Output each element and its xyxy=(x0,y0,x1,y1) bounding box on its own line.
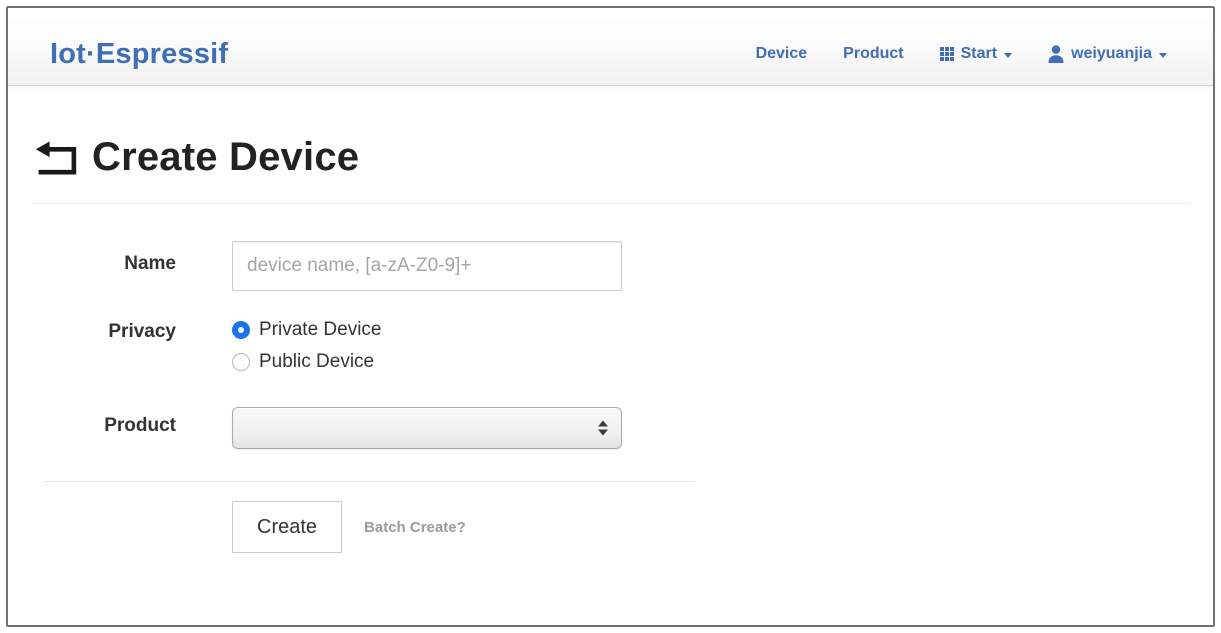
app-window: Iot·Espressif Device Product Start weiyu… xyxy=(6,6,1215,627)
name-row: Name xyxy=(8,241,1213,291)
grid-icon xyxy=(940,47,954,61)
brand-logo[interactable]: Iot·Espressif xyxy=(50,38,228,71)
navbar: Iot·Espressif Device Product Start weiyu… xyxy=(8,23,1213,86)
back-arrow-icon[interactable] xyxy=(34,139,78,177)
radio-unselected-icon[interactable] xyxy=(232,353,250,371)
page-title: Create Device xyxy=(92,135,359,180)
user-icon xyxy=(1048,45,1064,63)
nav-item-device[interactable]: Device xyxy=(756,45,808,63)
radio-selected-icon[interactable] xyxy=(232,321,250,339)
header-divider xyxy=(32,203,1191,204)
page-header: Create Device xyxy=(8,135,1213,180)
nav-item-start-dropdown[interactable]: Start xyxy=(940,45,1012,63)
privacy-row: Privacy Private Device Public Device xyxy=(8,319,1213,383)
radio-label: Public Device xyxy=(259,351,374,373)
radio-public-device[interactable]: Public Device xyxy=(232,351,382,373)
nav-item-label: Product xyxy=(843,45,903,63)
radio-private-device[interactable]: Private Device xyxy=(232,319,382,341)
form-actions: Create Batch Create? xyxy=(8,501,1213,553)
product-label: Product xyxy=(8,407,176,449)
navbar-menu: Device Product Start weiyuanjia xyxy=(756,45,1167,63)
caret-down-icon xyxy=(1004,53,1012,58)
product-select[interactable] xyxy=(232,407,622,449)
nav-item-label: Start xyxy=(961,45,997,63)
caret-down-icon xyxy=(1159,53,1167,58)
device-name-input[interactable] xyxy=(232,241,622,291)
create-device-form: Name Privacy Private Device Public Devic… xyxy=(8,241,1213,553)
privacy-label: Privacy xyxy=(8,319,176,383)
nav-item-label: weiyuanjia xyxy=(1071,45,1152,63)
select-arrows-icon xyxy=(598,421,608,436)
batch-create-link[interactable]: Batch Create? xyxy=(364,519,466,536)
form-actions-divider xyxy=(44,481,694,482)
nav-item-user-dropdown[interactable]: weiyuanjia xyxy=(1048,45,1167,63)
product-row: Product xyxy=(8,407,1213,449)
nav-item-product[interactable]: Product xyxy=(843,45,903,63)
radio-label: Private Device xyxy=(259,319,382,341)
nav-item-label: Device xyxy=(756,45,808,63)
name-label: Name xyxy=(8,241,176,291)
create-button[interactable]: Create xyxy=(232,501,342,553)
